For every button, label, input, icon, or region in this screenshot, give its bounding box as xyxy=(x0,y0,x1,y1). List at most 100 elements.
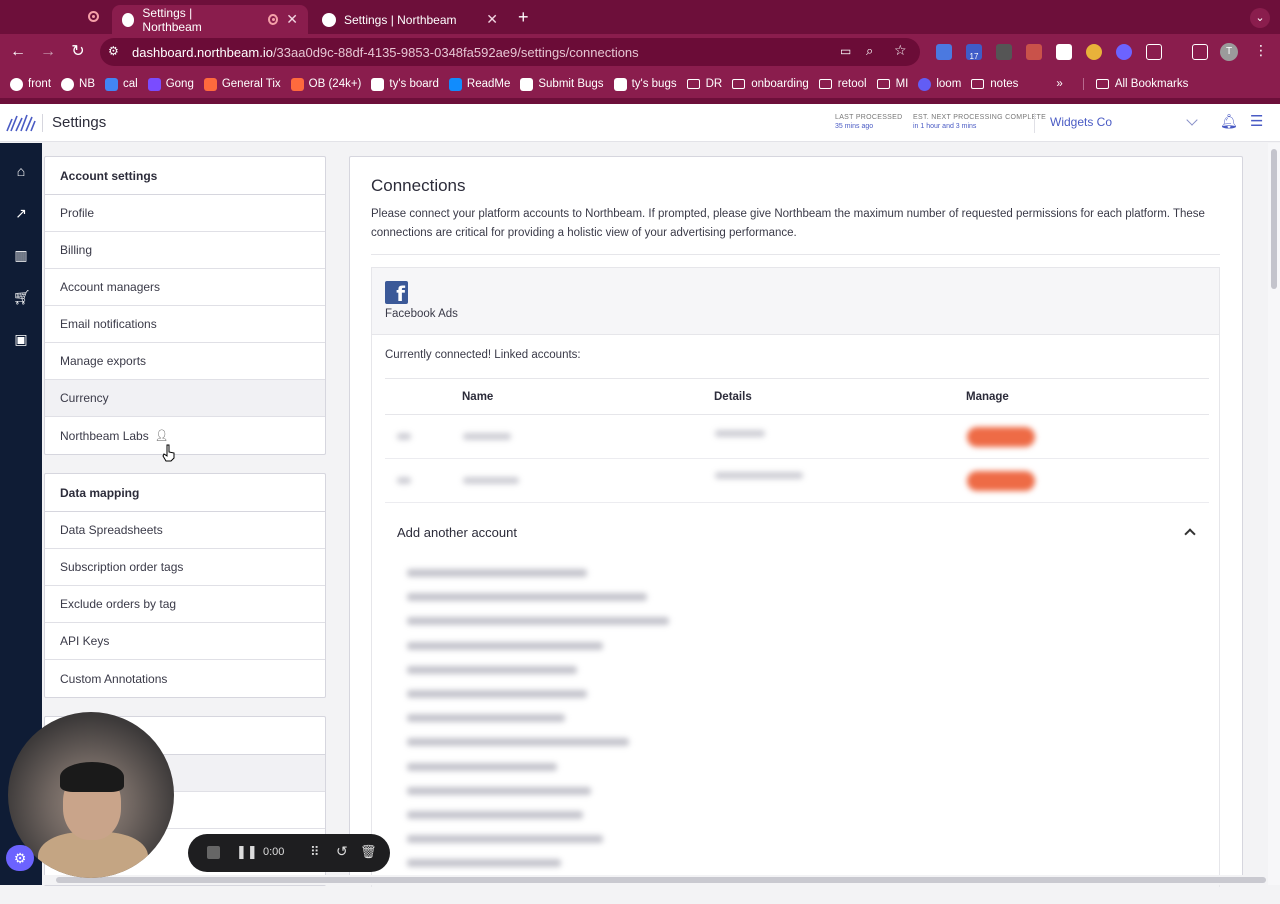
calendar-extension-icon[interactable]: 17 xyxy=(966,44,982,61)
column-header-manage: Manage xyxy=(966,391,1009,403)
settings-item-data-spreadsheets[interactable]: Data Spreadsheets xyxy=(45,512,325,549)
extension-icon[interactable] xyxy=(1116,44,1132,60)
vertical-scrollbar[interactable] xyxy=(1268,143,1280,885)
bookmark-folder-onboarding[interactable]: onboarding xyxy=(732,78,809,90)
home-icon[interactable]: ⌂ xyxy=(13,163,29,179)
bookmark-label: ReadMe xyxy=(466,78,511,90)
camera-icon[interactable]: ▭ xyxy=(840,44,851,58)
table-row xyxy=(385,459,1209,503)
blurred-cell xyxy=(397,433,411,440)
bookmark-submit-bugs[interactable]: Submit Bugs xyxy=(520,77,604,91)
check-extension-icon[interactable] xyxy=(1056,44,1072,60)
forward-arrow-icon[interactable]: → xyxy=(38,42,58,62)
folder-icon xyxy=(818,79,832,89)
cart-icon[interactable]: 🛒︎ xyxy=(13,289,31,305)
bookmark-star-icon[interactable]: ☆ xyxy=(894,42,907,59)
back-arrow-icon[interactable]: ← xyxy=(8,42,28,62)
extension-icon[interactable] xyxy=(1086,44,1102,60)
last-processed-label: LAST PROCESSED xyxy=(835,114,903,121)
close-tab-icon[interactable]: ✕ xyxy=(286,11,298,28)
bookmark-front[interactable]: front xyxy=(10,77,51,91)
add-another-account-toggle[interactable]: Add another account xyxy=(397,525,517,540)
settings-item-northbeam-labs[interactable]: Northbeam Labs 👤︎ xyxy=(45,417,325,454)
front-icon xyxy=(10,77,23,91)
chevron-down-icon[interactable] xyxy=(1186,114,1198,126)
bookmark-loom[interactable]: loom xyxy=(918,77,961,91)
tab-title: Settings | Northbeam xyxy=(142,5,202,34)
extension-icon[interactable] xyxy=(936,44,952,60)
bookmark-tys-board[interactable]: ty's board xyxy=(371,77,439,91)
settings-item-exclude-orders[interactable]: Exclude orders by tag xyxy=(45,586,325,623)
manage-button[interactable] xyxy=(967,471,1035,491)
bookmark-folder-dr[interactable]: DR xyxy=(686,78,722,90)
settings-item-currency[interactable]: Currency xyxy=(45,380,325,417)
close-tab-icon[interactable]: ✕ xyxy=(486,11,498,28)
bar-chart-icon[interactable]: ▥ xyxy=(13,247,29,263)
extension-icon[interactable] xyxy=(996,44,1012,60)
bookmark-general-tix[interactable]: General Tix xyxy=(203,77,281,91)
tab-search-chevron-icon[interactable]: ⌄ xyxy=(1250,8,1270,28)
scrollbar-thumb[interactable] xyxy=(1271,149,1277,289)
bookmark-label: ty's board xyxy=(389,78,439,90)
bookmark-gong[interactable]: Gong xyxy=(147,77,194,91)
bookmark-ob[interactable]: OB (24k+) xyxy=(290,77,361,91)
url-domain: dashboard.northbeam.io xyxy=(132,44,273,60)
settings-item-subscription-order-tags[interactable]: Subscription order tags xyxy=(45,549,325,586)
settings-item-api-keys[interactable]: API Keys xyxy=(45,623,325,660)
bookmark-cal[interactable]: cal xyxy=(105,77,138,91)
bookmarks-overflow-button[interactable]: » xyxy=(1056,78,1062,90)
bookmark-tys-bugs[interactable]: ty's bugs xyxy=(613,77,677,91)
settings-item-manage-exports[interactable]: Manage exports xyxy=(45,343,325,380)
bookmark-folder-retool[interactable]: retool xyxy=(818,78,867,90)
restart-icon[interactable]: ↺ xyxy=(336,843,348,860)
folder-icon xyxy=(732,79,746,89)
drag-handle-icon[interactable]: ⠿ xyxy=(310,844,320,860)
browser-menu-icon[interactable]: ⋮ xyxy=(1254,42,1268,59)
hamburger-menu-icon[interactable]: ☰ xyxy=(1250,112,1263,130)
company-selector[interactable]: Widgets Co xyxy=(1050,115,1112,129)
pause-icon[interactable]: ❚❚ xyxy=(236,844,258,860)
browser-toolbar: ← → ↻ ⚙ dashboard.northbeam.io/33aa0d9c-… xyxy=(0,34,1280,70)
horizontal-scrollbar[interactable] xyxy=(42,875,1268,885)
site-info-icon[interactable]: ⚙ xyxy=(108,44,119,58)
manage-button[interactable] xyxy=(967,427,1035,447)
settings-item-billing[interactable]: Billing xyxy=(45,232,325,269)
recording-controls: ❚❚ 0:00 ⠿ ↺ 🗑︎ xyxy=(188,834,390,872)
bookmark-nb[interactable]: NB xyxy=(61,77,95,91)
bookmark-folder-mi[interactable]: MI xyxy=(876,78,908,90)
image-icon[interactable]: ▣ xyxy=(13,331,29,347)
bell-icon[interactable]: 🔔︎ xyxy=(1220,113,1238,130)
trash-icon[interactable]: 🗑︎ xyxy=(360,844,377,860)
scrollbar-thumb[interactable] xyxy=(56,877,1266,883)
new-tab-button[interactable]: + xyxy=(518,7,529,28)
zoom-icon[interactable]: ⌕ xyxy=(866,43,873,59)
bookmark-label: ty's bugs xyxy=(631,78,677,90)
settings-item-email-notifications[interactable]: Email notifications xyxy=(45,306,325,343)
settings-item-profile[interactable]: Profile xyxy=(45,195,325,232)
reload-icon[interactable]: ↻ xyxy=(68,42,88,62)
address-bar[interactable]: ⚙ dashboard.northbeam.io/33aa0d9c-88df-4… xyxy=(100,38,920,66)
all-bookmarks[interactable]: All Bookmarks xyxy=(1082,78,1188,90)
line-chart-icon[interactable]: ↗ xyxy=(13,205,29,221)
stop-icon[interactable] xyxy=(207,846,220,859)
data-mapping-heading: Data mapping xyxy=(45,474,325,512)
northbeam-logo-icon[interactable] xyxy=(6,113,36,133)
bookmark-readme[interactable]: ReadMe xyxy=(448,77,511,91)
divider xyxy=(371,254,1220,255)
bookmark-folder-notes[interactable]: notes xyxy=(971,78,1018,90)
settings-item-custom-annotations[interactable]: Custom Annotations xyxy=(45,660,325,697)
extensions-puzzle-icon[interactable] xyxy=(1146,44,1162,60)
profile-avatar[interactable]: T xyxy=(1220,43,1238,61)
bookmark-label: notes xyxy=(990,78,1019,90)
table-header: Name Details Manage xyxy=(385,378,1209,415)
tab-settings-2[interactable]: Settings | Northbeam ✕ xyxy=(312,5,508,34)
tab-settings-active[interactable]: Settings | Northbeam ✕ xyxy=(112,5,308,34)
connections-panel: Connections Please connect your platform… xyxy=(349,156,1243,887)
side-panel-icon[interactable] xyxy=(1192,44,1208,60)
last-processed-status: LAST PROCESSED 35 mins ago xyxy=(835,113,902,131)
code-extension-icon[interactable] xyxy=(1026,44,1042,60)
chevron-up-icon[interactable] xyxy=(1184,528,1196,540)
settings-gear-icon[interactable]: ⚙ xyxy=(6,845,34,871)
facebook-ads-header: f Facebook Ads xyxy=(372,268,1219,335)
settings-item-account-managers[interactable]: Account managers xyxy=(45,269,325,306)
